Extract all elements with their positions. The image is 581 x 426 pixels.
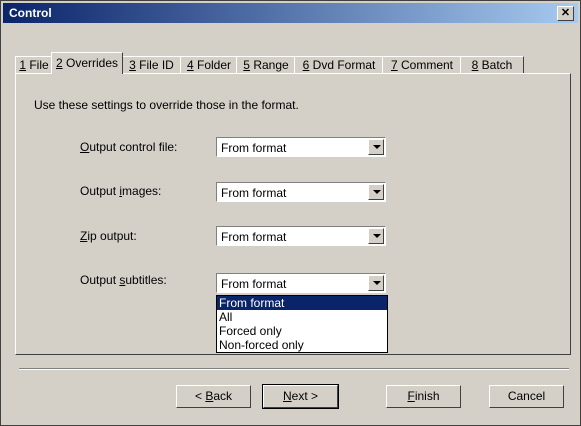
label-text: mages: <box>122 184 162 198</box>
control-dialog: Control ✕ 1 File 2 Overrides 3 File ID 4… <box>0 0 581 426</box>
select-value: From format <box>221 277 287 291</box>
close-button[interactable]: ✕ <box>557 6 574 21</box>
tab-label: Overrides <box>62 56 119 70</box>
tab-accelerator: 4 <box>186 58 194 72</box>
label-text: utput control file: <box>89 140 178 154</box>
overrides-panel: Use these settings to override those in … <box>15 73 571 355</box>
button-accelerator: N <box>282 389 292 403</box>
output-images-select[interactable]: From format <box>216 182 386 202</box>
tab-accelerator: 2 <box>55 56 63 70</box>
tab-accelerator: 1 <box>19 58 26 72</box>
dropdown-option-non-forced-only[interactable]: Non-forced only <box>217 338 387 352</box>
dropdown-button[interactable] <box>368 228 384 244</box>
chevron-down-icon <box>373 145 381 149</box>
zip-output-select[interactable]: From format <box>216 226 386 246</box>
next-button[interactable]: Next > <box>262 384 339 409</box>
cancel-button[interactable]: Cancel <box>489 385 564 408</box>
tab-overrides[interactable]: 2 Overrides <box>51 52 123 74</box>
tab-label: Dvd Format <box>309 58 376 72</box>
close-icon: ✕ <box>560 7 571 19</box>
tab-label: Comment <box>397 58 454 72</box>
output-control-file-select[interactable]: From format <box>216 137 386 157</box>
zip-output-label: Zip output: <box>80 229 137 243</box>
label-accelerator: O <box>80 140 90 154</box>
tab-label: File ID <box>135 58 174 72</box>
label-text: Output <box>80 273 120 287</box>
tab-dvd-format[interactable]: 6 Dvd Format <box>294 56 384 73</box>
intro-text: Use these settings to override those in … <box>34 98 299 112</box>
tab-accelerator: 7 <box>390 58 398 72</box>
tab-accelerator: 5 <box>243 58 250 72</box>
dropdown-option-all[interactable]: All <box>217 310 387 324</box>
output-control-file-label: Output control file: <box>80 140 177 154</box>
tab-label: Range <box>249 58 289 72</box>
tab-label: Folder <box>193 58 232 72</box>
tab-label: Batch <box>478 58 513 72</box>
select-value: From format <box>221 186 287 200</box>
chevron-down-icon <box>373 234 381 238</box>
chevron-down-icon <box>373 281 381 285</box>
tab-folder[interactable]: 4 Folder <box>180 56 238 73</box>
dropdown-option-forced-only[interactable]: Forced only <box>217 324 387 338</box>
tab-accelerator: 3 <box>129 58 136 72</box>
title-bar[interactable]: Control ✕ <box>3 3 578 23</box>
tab-range[interactable]: 5 Range <box>236 56 296 73</box>
label-text: Output <box>80 184 120 198</box>
output-subtitles-select[interactable]: From format <box>216 273 386 293</box>
label-text: ip output: <box>87 229 137 243</box>
tab-label: File <box>26 58 49 72</box>
button-accelerator: F <box>407 389 415 403</box>
separator-line <box>19 368 569 370</box>
output-images-label: Output images: <box>80 184 161 198</box>
tab-file[interactable]: 1 File <box>15 56 53 73</box>
button-label: ext > <box>291 389 319 403</box>
button-label: < <box>194 389 206 403</box>
button-label: inish <box>414 389 440 403</box>
button-label: ack <box>213 389 233 403</box>
finish-button[interactable]: Finish <box>386 385 461 408</box>
select-value: From format <box>221 141 287 155</box>
dropdown-button[interactable] <box>368 184 384 200</box>
select-value: From format <box>221 230 287 244</box>
tab-batch[interactable]: 8 Batch <box>460 56 524 73</box>
subtitles-dropdown-list: From format All Forced only Non-forced o… <box>216 295 388 353</box>
dropdown-button[interactable] <box>368 139 384 155</box>
chevron-down-icon <box>373 190 381 194</box>
dropdown-option-from-format[interactable]: From format <box>217 296 387 310</box>
tab-comment[interactable]: 7 Comment <box>382 56 462 73</box>
back-button[interactable]: < Back <box>176 385 251 408</box>
tab-file-id[interactable]: 3 File ID <box>121 56 182 73</box>
dropdown-button[interactable] <box>368 275 384 291</box>
window-title: Control <box>9 6 52 20</box>
output-subtitles-label: Output subtitles: <box>80 273 167 287</box>
label-text: ubtitles: <box>125 273 167 287</box>
